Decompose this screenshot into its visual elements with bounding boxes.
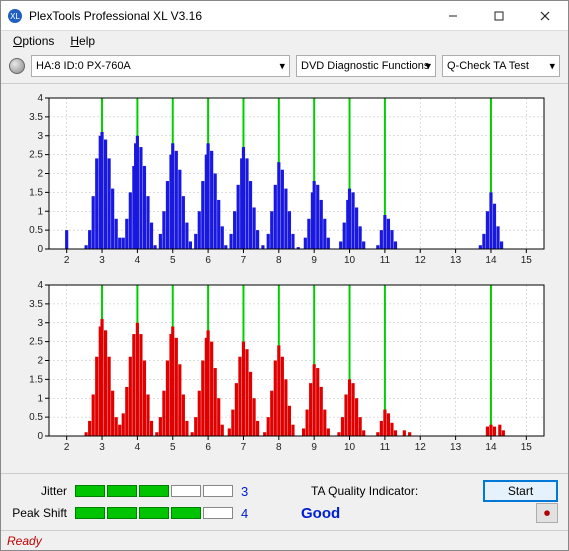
test-dropdown-value: Q-Check TA Test (447, 60, 529, 72)
device-dropdown-value: HA:8 ID:0 PX-760A (36, 60, 131, 72)
svg-text:11: 11 (380, 442, 391, 453)
app-icon: XL (7, 8, 23, 24)
svg-text:3: 3 (99, 442, 105, 453)
titlebar: XL PlexTools Professional XL V3.16 (1, 1, 568, 31)
statusbar: Ready (1, 530, 568, 550)
svg-text:12: 12 (415, 442, 427, 453)
svg-text:9: 9 (311, 442, 317, 453)
svg-text:0: 0 (37, 431, 43, 442)
peakshift-label: Peak Shift (11, 506, 67, 520)
svg-text:3: 3 (37, 318, 43, 329)
start-button[interactable]: Start (483, 480, 558, 502)
svg-text:15: 15 (521, 255, 533, 266)
bar-segment (171, 485, 201, 497)
svg-text:1: 1 (37, 206, 43, 217)
svg-text:15: 15 (521, 442, 533, 453)
svg-text:4: 4 (37, 280, 43, 291)
svg-text:13: 13 (450, 442, 462, 453)
svg-text:6: 6 (205, 255, 211, 266)
chart-bottom: 0 0.5 1 1.5 2 2.5 3 3.5 4 2 3 4 5 6 7 8 9 10 11 12 13 14 15 (9, 279, 560, 454)
device-dropdown[interactable]: HA:8 ID:0 PX-760A ▾ (31, 55, 290, 77)
bar-segment (139, 485, 169, 497)
svg-text:11: 11 (380, 255, 391, 266)
svg-text:7: 7 (241, 255, 247, 266)
svg-text:8: 8 (276, 442, 282, 453)
close-button[interactable] (522, 1, 568, 31)
test-dropdown[interactable]: Q-Check TA Test ▾ (442, 55, 560, 77)
svg-text:3.5: 3.5 (29, 112, 43, 123)
bar-segment (75, 507, 105, 519)
svg-text:13: 13 (450, 255, 462, 266)
peakshift-value: 4 (241, 506, 255, 521)
svg-text:XL: XL (10, 12, 20, 21)
svg-text:14: 14 (485, 442, 497, 453)
bottom-panel: Jitter 3 TA Quality Indicator: Start Pea… (1, 473, 568, 530)
chart-top: 0 0.5 1 1.5 2 2.5 3 3.5 4 2 3 4 5 6 7 8 9 10 11 12 13 14 15 (9, 92, 560, 267)
disc-icon (9, 58, 25, 74)
jitter-value: 3 (241, 484, 255, 499)
chevron-down-icon: ▾ (279, 60, 285, 73)
jitter-label: Jitter (11, 484, 67, 498)
menu-options[interactable]: Options (7, 33, 60, 49)
menu-help[interactable]: Help (64, 33, 101, 49)
bar-segment (171, 507, 201, 519)
bar-segment (107, 507, 137, 519)
svg-text:5: 5 (170, 442, 176, 453)
svg-text:6: 6 (205, 442, 211, 453)
svg-text:10: 10 (344, 442, 356, 453)
svg-text:1.5: 1.5 (29, 374, 43, 385)
maximize-button[interactable] (476, 1, 522, 31)
bar-segment (75, 485, 105, 497)
svg-text:4: 4 (135, 442, 141, 453)
bar-segment (203, 485, 233, 497)
function-dropdown-value: DVD Diagnostic Functions (301, 60, 429, 72)
record-button[interactable]: ⏺ (536, 503, 558, 523)
svg-text:4: 4 (37, 93, 43, 104)
svg-text:0.5: 0.5 (29, 412, 43, 423)
svg-text:2.5: 2.5 (29, 150, 43, 161)
svg-text:12: 12 (415, 255, 427, 266)
record-icon: ⏺ (544, 506, 550, 521)
svg-text:9: 9 (311, 255, 317, 266)
svg-text:14: 14 (485, 255, 497, 266)
peakshift-bars (75, 507, 233, 519)
minimize-button[interactable] (430, 1, 476, 31)
svg-text:8: 8 (276, 255, 282, 266)
svg-text:3.5: 3.5 (29, 299, 43, 310)
svg-text:0.5: 0.5 (29, 225, 43, 236)
quality-label: TA Quality Indicator: (311, 484, 418, 498)
bar-segment (107, 485, 137, 497)
svg-text:4: 4 (135, 255, 141, 266)
svg-text:2: 2 (37, 169, 43, 180)
function-dropdown[interactable]: DVD Diagnostic Functions ▾ (296, 55, 436, 77)
status-text: Ready (7, 534, 42, 548)
svg-text:1: 1 (37, 393, 43, 404)
svg-text:5: 5 (170, 255, 176, 266)
svg-text:1.5: 1.5 (29, 187, 43, 198)
svg-text:7: 7 (241, 442, 247, 453)
chevron-down-icon: ▾ (425, 60, 431, 73)
svg-text:2: 2 (64, 255, 70, 266)
svg-text:10: 10 (344, 255, 356, 266)
jitter-bars (75, 485, 233, 497)
svg-text:2: 2 (37, 356, 43, 367)
bar-segment (203, 507, 233, 519)
svg-text:2: 2 (64, 442, 70, 453)
window-title: PlexTools Professional XL V3.16 (29, 9, 430, 23)
bar-segment (139, 507, 169, 519)
toolbar: HA:8 ID:0 PX-760A ▾ DVD Diagnostic Funct… (1, 51, 568, 84)
menubar: Options Help (1, 31, 568, 51)
chevron-down-icon: ▾ (549, 60, 555, 73)
svg-text:0: 0 (37, 244, 43, 255)
chart-area: 00.511.522.533.5423456789101112131415 00… (1, 84, 568, 473)
svg-text:3: 3 (37, 131, 43, 142)
quality-value: Good (301, 505, 340, 522)
svg-text:3: 3 (99, 255, 105, 266)
svg-text:2.5: 2.5 (29, 337, 43, 348)
